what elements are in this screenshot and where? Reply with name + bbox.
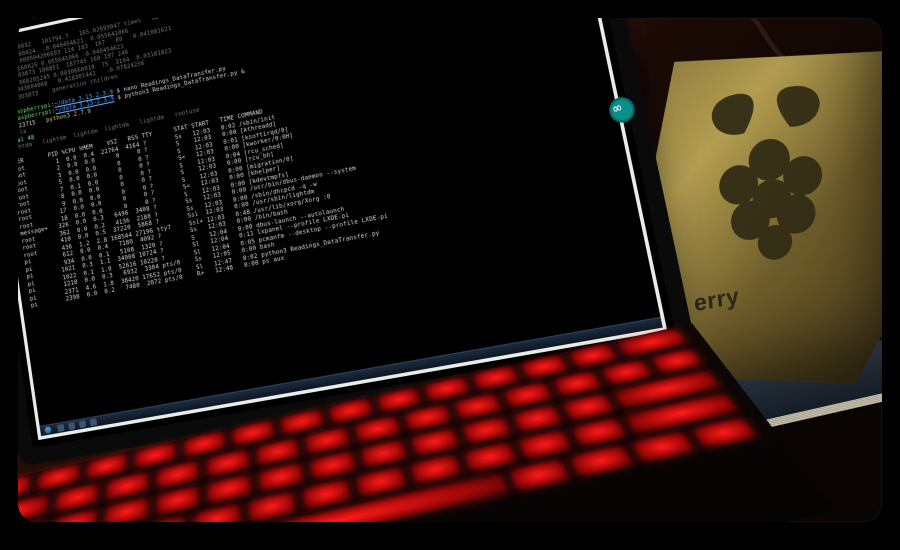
scene: MATHEMATICS for Engineers & Technologist… bbox=[18, 18, 882, 522]
terminal-output: 0.000000032 101794.7 165.02693047 times … bbox=[18, 18, 626, 310]
taskbar-item bbox=[57, 424, 64, 432]
taskbar-item bbox=[79, 420, 87, 428]
photo-frame: MATHEMATICS for Engineers & Technologist… bbox=[18, 18, 882, 522]
taskbar-item bbox=[68, 422, 76, 430]
taskbar-item bbox=[90, 418, 98, 426]
raspberry-pi-logo-icon bbox=[684, 73, 857, 279]
start-button-icon bbox=[44, 426, 51, 434]
